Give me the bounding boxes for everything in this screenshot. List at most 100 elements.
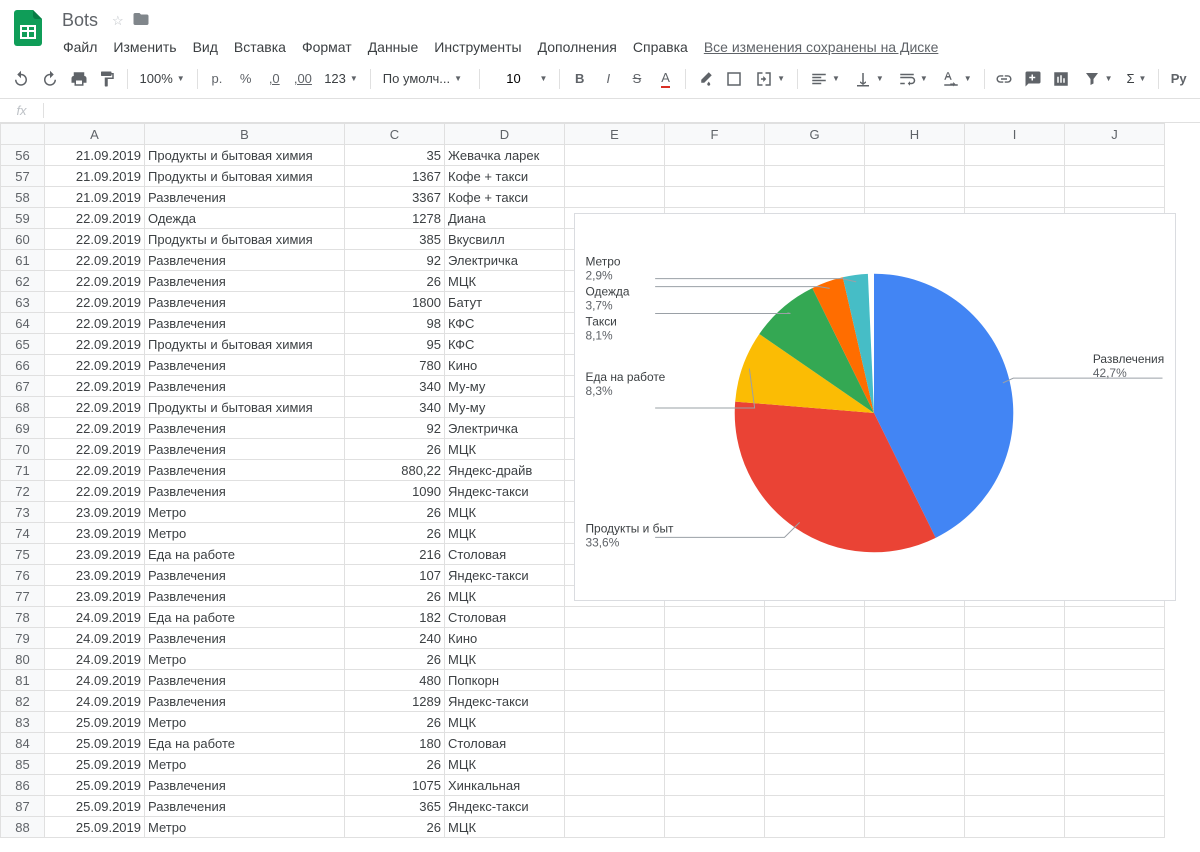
cell[interactable]: Му-му xyxy=(445,397,565,418)
row-header[interactable]: 88 xyxy=(1,817,45,838)
cell[interactable] xyxy=(865,628,965,649)
cell[interactable]: Развлечения xyxy=(145,775,345,796)
col-header-D[interactable]: D xyxy=(445,124,565,145)
cell[interactable]: Развлечения xyxy=(145,481,345,502)
cell[interactable] xyxy=(565,187,665,208)
cell[interactable]: Еда на работе xyxy=(145,607,345,628)
cell[interactable]: Кино xyxy=(445,355,565,376)
row-header[interactable]: 86 xyxy=(1,775,45,796)
cell[interactable] xyxy=(1065,145,1165,166)
cell[interactable] xyxy=(965,649,1065,670)
menu-data[interactable]: Данные xyxy=(361,35,426,59)
row-header[interactable]: 70 xyxy=(1,439,45,460)
row-header[interactable]: 62 xyxy=(1,271,45,292)
cell[interactable]: 880,22 xyxy=(345,460,445,481)
cell[interactable]: МЦК xyxy=(445,817,565,838)
pie-chart[interactable]: Развлечения42,7%Продукты и быт33,6%Еда н… xyxy=(574,213,1176,601)
text-color-icon[interactable]: A xyxy=(652,65,679,93)
cell[interactable] xyxy=(965,166,1065,187)
row-header[interactable]: 71 xyxy=(1,460,45,481)
cell[interactable] xyxy=(565,712,665,733)
cell[interactable]: Кофе + такси xyxy=(445,166,565,187)
cell[interactable] xyxy=(1065,775,1165,796)
cell[interactable] xyxy=(565,775,665,796)
comment-icon[interactable] xyxy=(1019,65,1046,93)
cell[interactable]: Метро xyxy=(145,712,345,733)
row-header[interactable]: 82 xyxy=(1,691,45,712)
cell[interactable]: 35 xyxy=(345,145,445,166)
insert-chart-icon[interactable] xyxy=(1048,65,1075,93)
cell[interactable]: 26 xyxy=(345,523,445,544)
cell[interactable] xyxy=(1065,607,1165,628)
cell[interactable] xyxy=(1065,649,1165,670)
cell[interactable] xyxy=(765,775,865,796)
cell[interactable]: Столовая xyxy=(445,544,565,565)
cell[interactable] xyxy=(665,775,765,796)
cell[interactable]: 25.09.2019 xyxy=(45,817,145,838)
cell[interactable]: 1090 xyxy=(345,481,445,502)
cell[interactable]: 23.09.2019 xyxy=(45,502,145,523)
cell[interactable] xyxy=(765,628,865,649)
cell[interactable]: 22.09.2019 xyxy=(45,376,145,397)
cell[interactable]: МЦК xyxy=(445,586,565,607)
cell[interactable]: 26 xyxy=(345,586,445,607)
col-header-C[interactable]: C xyxy=(345,124,445,145)
cell[interactable]: 385 xyxy=(345,229,445,250)
cell[interactable]: Одежда xyxy=(145,208,345,229)
row-header[interactable]: 80 xyxy=(1,649,45,670)
cell[interactable]: 25.09.2019 xyxy=(45,733,145,754)
cell[interactable] xyxy=(965,670,1065,691)
cell[interactable]: МЦК xyxy=(445,712,565,733)
row-header[interactable]: 69 xyxy=(1,418,45,439)
cell[interactable] xyxy=(865,607,965,628)
cell[interactable] xyxy=(565,649,665,670)
cell[interactable] xyxy=(1065,712,1165,733)
functions-icon[interactable]: Σ▼ xyxy=(1120,65,1152,93)
cell[interactable] xyxy=(965,187,1065,208)
cell[interactable] xyxy=(1065,817,1165,838)
cell[interactable]: 26 xyxy=(345,712,445,733)
cell[interactable]: 22.09.2019 xyxy=(45,292,145,313)
cell[interactable]: 1289 xyxy=(345,691,445,712)
col-header-E[interactable]: E xyxy=(565,124,665,145)
cell[interactable]: Электричка xyxy=(445,250,565,271)
cell[interactable]: 22.09.2019 xyxy=(45,250,145,271)
cell[interactable] xyxy=(765,733,865,754)
row-header[interactable]: 57 xyxy=(1,166,45,187)
cell[interactable]: 22.09.2019 xyxy=(45,481,145,502)
cell[interactable] xyxy=(865,166,965,187)
cell[interactable]: Метро xyxy=(145,649,345,670)
doc-title[interactable]: Bots xyxy=(56,8,104,33)
cell[interactable]: Батут xyxy=(445,292,565,313)
cell[interactable] xyxy=(965,817,1065,838)
cell[interactable] xyxy=(665,691,765,712)
menu-addons[interactable]: Дополнения xyxy=(531,35,624,59)
fill-color-icon[interactable] xyxy=(692,65,719,93)
cell[interactable] xyxy=(865,733,965,754)
cell[interactable]: Развлечения xyxy=(145,313,345,334)
cell[interactable]: 22.09.2019 xyxy=(45,418,145,439)
cell[interactable]: Электричка xyxy=(445,418,565,439)
sheets-logo[interactable] xyxy=(8,8,48,48)
cell[interactable] xyxy=(765,607,865,628)
link-icon[interactable] xyxy=(991,65,1018,93)
cell[interactable]: Продукты и бытовая химия xyxy=(145,145,345,166)
strikethrough-icon[interactable]: S xyxy=(624,65,651,93)
ruble-icon[interactable]: Ру xyxy=(1165,65,1192,93)
cell[interactable]: 340 xyxy=(345,376,445,397)
menu-help[interactable]: Справка xyxy=(626,35,695,59)
row-header[interactable]: 67 xyxy=(1,376,45,397)
cell[interactable]: 216 xyxy=(345,544,445,565)
cell[interactable] xyxy=(1065,733,1165,754)
row-header[interactable]: 83 xyxy=(1,712,45,733)
italic-icon[interactable]: I xyxy=(595,65,622,93)
cell[interactable] xyxy=(1065,754,1165,775)
cell[interactable] xyxy=(665,649,765,670)
cell[interactable]: Столовая xyxy=(445,733,565,754)
save-status[interactable]: Все изменения сохранены на Диске xyxy=(697,35,946,59)
cell[interactable] xyxy=(765,754,865,775)
cell[interactable] xyxy=(565,817,665,838)
row-header[interactable]: 73 xyxy=(1,502,45,523)
row-header[interactable]: 72 xyxy=(1,481,45,502)
menu-edit[interactable]: Изменить xyxy=(106,35,183,59)
